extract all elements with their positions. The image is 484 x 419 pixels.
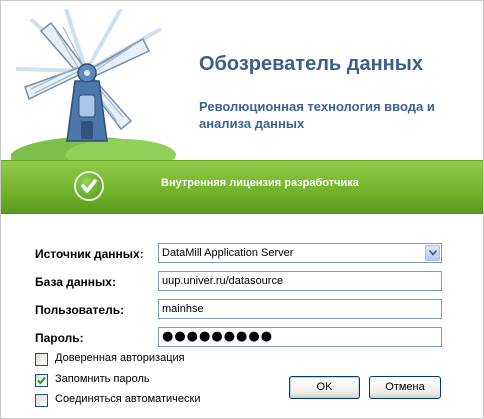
app-title: Обозреватель данных [199, 53, 423, 75]
license-bar: Внутренняя лицензия разработчика [1, 160, 483, 214]
checkmark-icon [74, 171, 104, 201]
database-field[interactable]: uup.univer.ru/datasource [158, 271, 442, 291]
password-field[interactable]: ●●●●●●●●● [158, 327, 442, 347]
trusted-auth-label: Доверенная авторизация [55, 352, 185, 364]
datasource-value: DataMill Application Server [162, 247, 294, 259]
ok-button[interactable]: OK [289, 376, 360, 399]
banner: Обозреватель данных Революционная технол… [1, 1, 483, 167]
login-dialog: ✕ [0, 0, 484, 419]
license-text: Внутренняя лицензия разработчика [161, 177, 359, 189]
database-label: База данных: [35, 275, 116, 289]
app-subtitle: Революционная технология ввода и анализа… [199, 99, 435, 131]
user-field[interactable]: mainhse [158, 299, 442, 319]
auto-connect-checkbox[interactable] [35, 394, 48, 407]
remember-password-checkbox[interactable] [35, 374, 48, 387]
datasource-select[interactable]: DataMill Application Server [158, 243, 442, 263]
chevron-down-icon[interactable] [425, 245, 440, 261]
auto-connect-label: Соединяться автоматически [55, 393, 201, 405]
password-label: Пароль: [35, 331, 84, 345]
trusted-auth-checkbox[interactable] [35, 353, 48, 366]
checkmark-icon [37, 376, 46, 385]
datasource-label: Источник данных: [35, 247, 144, 261]
remember-password-label: Запомнить пароль [55, 373, 150, 385]
windmill-logo-icon [11, 9, 176, 167]
cancel-button[interactable]: Отмена [369, 376, 441, 399]
user-label: Пользователь: [35, 303, 125, 317]
